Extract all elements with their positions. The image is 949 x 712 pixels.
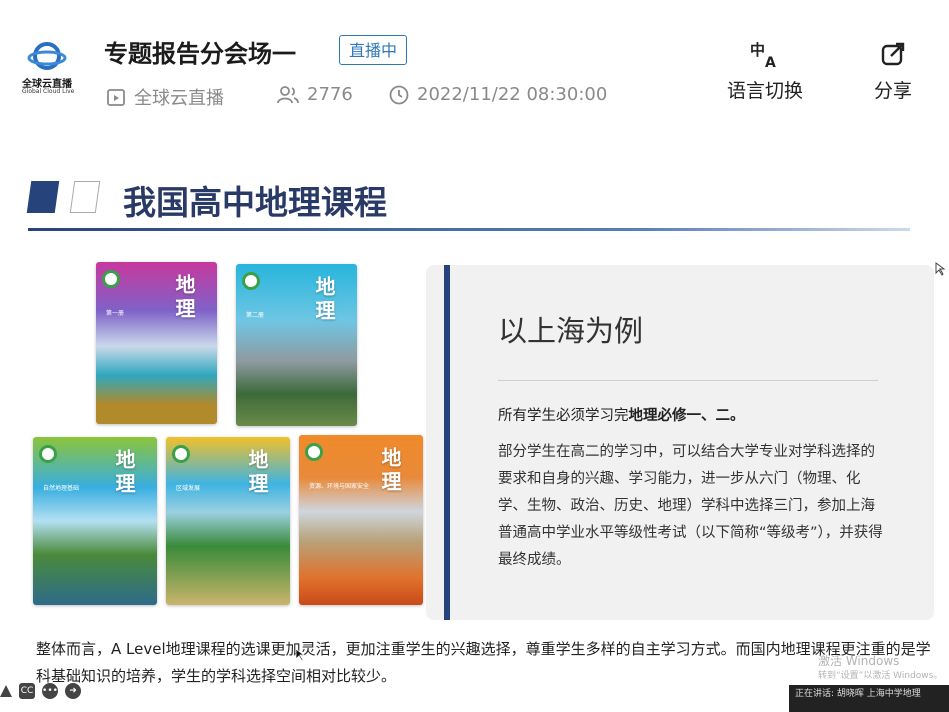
cloud-globe-icon	[27, 42, 67, 70]
publisher-emblem-icon	[305, 443, 323, 461]
forward-arrow-icon[interactable]: ➜	[65, 683, 81, 699]
requirement-text: 所有学生必须学习完	[498, 408, 629, 424]
share-button[interactable]: 分享	[868, 40, 918, 103]
publisher-emblem-icon	[172, 445, 190, 463]
panel-heading: 以上海为例	[498, 314, 644, 348]
svg-text:中: 中	[750, 41, 765, 59]
mouse-pointer-icon	[295, 648, 305, 662]
panel-accent-bar	[444, 265, 450, 620]
panel-requirement: 所有学生必须学习完地理必修一、二。	[498, 404, 745, 425]
book-subtitle: 第一册	[106, 310, 125, 317]
share-icon	[881, 42, 905, 66]
translate-icon: 中 A	[750, 41, 776, 68]
book-cover-3: 地理 自然地理基础	[33, 437, 157, 605]
panel-divider	[498, 380, 878, 381]
publisher-emblem-icon	[39, 445, 57, 463]
book-cover-5: 地理 资源、环境与国家安全	[299, 435, 423, 605]
summary-text: 整体而言，A Level地理课程的选课更加灵活，更加注重学生的兴趣选择，尊重学生…	[36, 640, 931, 685]
panel-paragraph: 部分学生在高二的学习中，可以结合大学专业对学科选择的要求和自身的兴趣、学习能力，…	[498, 444, 883, 568]
player-controls: CC ••• ➜	[0, 683, 81, 699]
speaker-ticker: 正在讲话: 胡晓晖 上海中学地理	[789, 685, 949, 712]
book-title: 地理	[312, 276, 336, 324]
cursor-icon	[935, 262, 945, 276]
viewer-info: 2776	[277, 84, 353, 105]
language-switch-button[interactable]: 中 A 语言切换	[722, 40, 808, 103]
book-subtitle: 区域发展	[176, 485, 201, 492]
book-cover-2: 地理 第二册	[236, 264, 357, 426]
logo-name-en: Global Cloud Live	[22, 88, 75, 95]
svg-text:A: A	[765, 55, 776, 68]
time-info: 2022/11/22 08:30:00	[389, 84, 607, 105]
requirement-emphasis: 地理必修一、二。	[628, 408, 745, 424]
publisher-emblem-icon	[242, 272, 260, 290]
title-decoration-outline	[69, 181, 101, 213]
book-cover-4: 地理 区域发展	[166, 437, 290, 605]
book-cover-1: 地理 第一册	[96, 262, 217, 424]
volume-icon[interactable]	[0, 685, 12, 697]
watermark-title: 激活 Windows	[818, 654, 900, 668]
start-datetime: 2022/11/22 08:30:00	[417, 84, 608, 105]
viewer-count: 2776	[307, 84, 353, 105]
more-icon[interactable]: •••	[42, 683, 58, 699]
share-label: 分享	[873, 80, 912, 102]
channel-name: 全球云直播	[134, 88, 224, 109]
users-icon	[277, 85, 299, 103]
calendar-play-icon	[107, 89, 125, 106]
book-title: 地理	[378, 447, 402, 495]
book-subtitle: 第二册	[246, 312, 265, 319]
slide-title: 我国高中地理课程	[123, 183, 387, 222]
channel-info: 全球云直播	[106, 84, 224, 110]
book-subtitle: 自然地理基础	[43, 485, 80, 492]
language-switch-label: 语言切换	[726, 80, 803, 102]
book-title: 地理	[112, 449, 136, 497]
book-subtitle: 资源、环境与国家安全	[309, 483, 370, 490]
live-badge: 直播中	[339, 35, 407, 65]
watermark-subtitle: 转到“设置”以激活 Windows。	[818, 671, 943, 681]
book-title: 地理	[245, 449, 269, 497]
clock-icon	[389, 85, 409, 104]
title-decoration-filled	[26, 181, 60, 213]
book-title: 地理	[172, 274, 196, 322]
publisher-emblem-icon	[102, 270, 120, 288]
title-underline	[28, 228, 910, 231]
page-title: 专题报告分会场一	[104, 40, 296, 68]
cc-button[interactable]: CC	[19, 683, 35, 699]
